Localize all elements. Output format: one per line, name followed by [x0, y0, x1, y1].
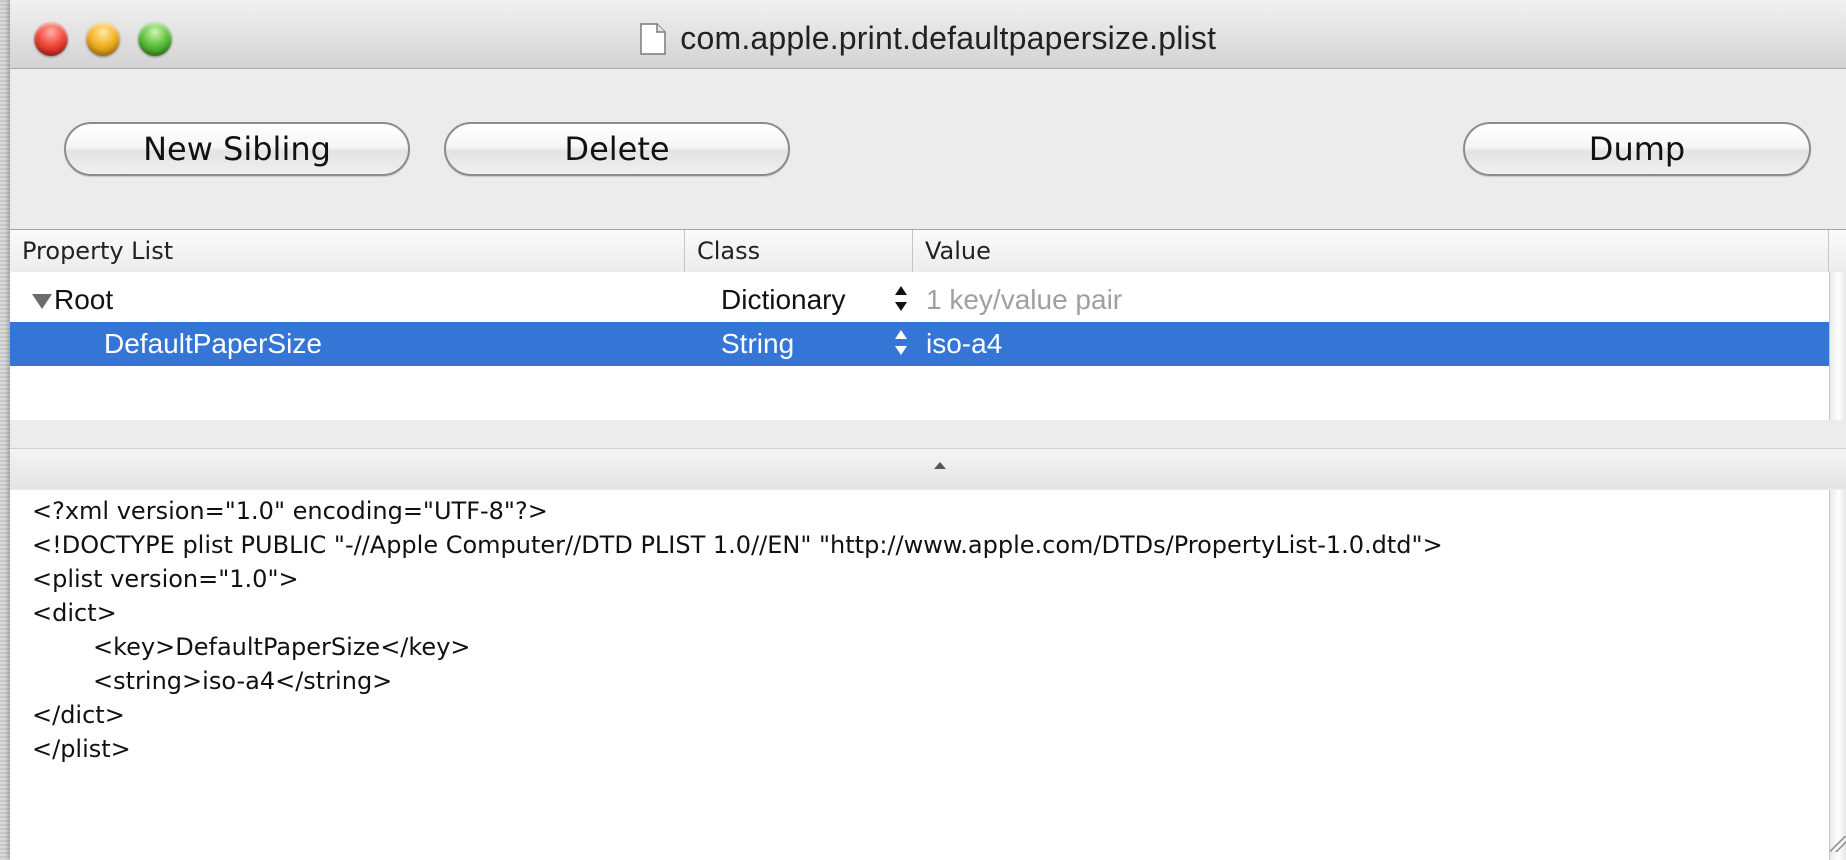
column-header-value[interactable]: Value — [913, 230, 1829, 272]
resize-grip-icon[interactable] — [1830, 836, 1846, 852]
row-value: 1 key/value pair — [926, 284, 1123, 315]
xml-line: </dict> — [32, 701, 125, 729]
xml-line: <plist version="1.0"> — [32, 565, 299, 593]
toolbar: New Sibling Delete Dump — [10, 69, 1846, 229]
row-class[interactable]: String — [721, 322, 794, 366]
xml-line: <key>DefaultPaperSize</key> — [32, 633, 471, 661]
column-header-class[interactable]: Class — [685, 230, 913, 272]
outline-row-defaultpapersize[interactable]: DefaultPaperSize String iso-a4 — [10, 322, 1829, 366]
split-view-handle[interactable] — [10, 448, 1846, 489]
xml-line: <dict> — [32, 599, 117, 627]
column-header-property-list[interactable]: Property List — [10, 230, 685, 272]
class-stepper-icon[interactable] — [895, 286, 909, 316]
row-key: Root — [54, 284, 114, 315]
collapse-arrow-icon[interactable] — [934, 462, 946, 469]
window-title-group: com.apple.print.defaultpapersize.plist — [10, 20, 1846, 57]
xml-line: <?xml version="1.0" encoding="UTF-8"?> — [32, 497, 548, 525]
xml-line: </plist> — [32, 735, 131, 763]
outline-scrollbar[interactable] — [1829, 272, 1846, 420]
document-icon — [640, 22, 666, 55]
plist-editor-window: com.apple.print.defaultpapersize.plist N… — [10, 0, 1846, 860]
new-sibling-button[interactable]: New Sibling — [64, 122, 410, 176]
xml-line: <string>iso-a4</string> — [32, 667, 393, 695]
xml-dump-text[interactable]: <?xml version="1.0" encoding="UTF-8"?> <… — [10, 490, 1829, 860]
row-value[interactable]: iso-a4 — [926, 322, 1002, 366]
row-class[interactable]: Dictionary — [721, 278, 845, 322]
window-title: com.apple.print.defaultpapersize.plist — [680, 20, 1217, 56]
title-bar[interactable]: com.apple.print.defaultpapersize.plist — [10, 0, 1846, 69]
row-key[interactable]: DefaultPaperSize — [104, 322, 322, 366]
outline-header: Property List Class Value — [10, 229, 1846, 273]
outline-row-root[interactable]: Root Dictionary 1 key/value pair — [10, 278, 1829, 322]
delete-button[interactable]: Delete — [444, 122, 790, 176]
class-stepper-icon[interactable] — [895, 330, 909, 360]
disclosure-triangle-icon[interactable] — [32, 294, 52, 309]
xml-line: <!DOCTYPE plist PUBLIC "-//Apple Compute… — [32, 531, 1443, 559]
property-outline[interactable]: Root Dictionary 1 key/value pair Default… — [10, 272, 1829, 420]
xml-scrollbar[interactable] — [1829, 490, 1846, 860]
dump-button[interactable]: Dump — [1463, 122, 1811, 176]
